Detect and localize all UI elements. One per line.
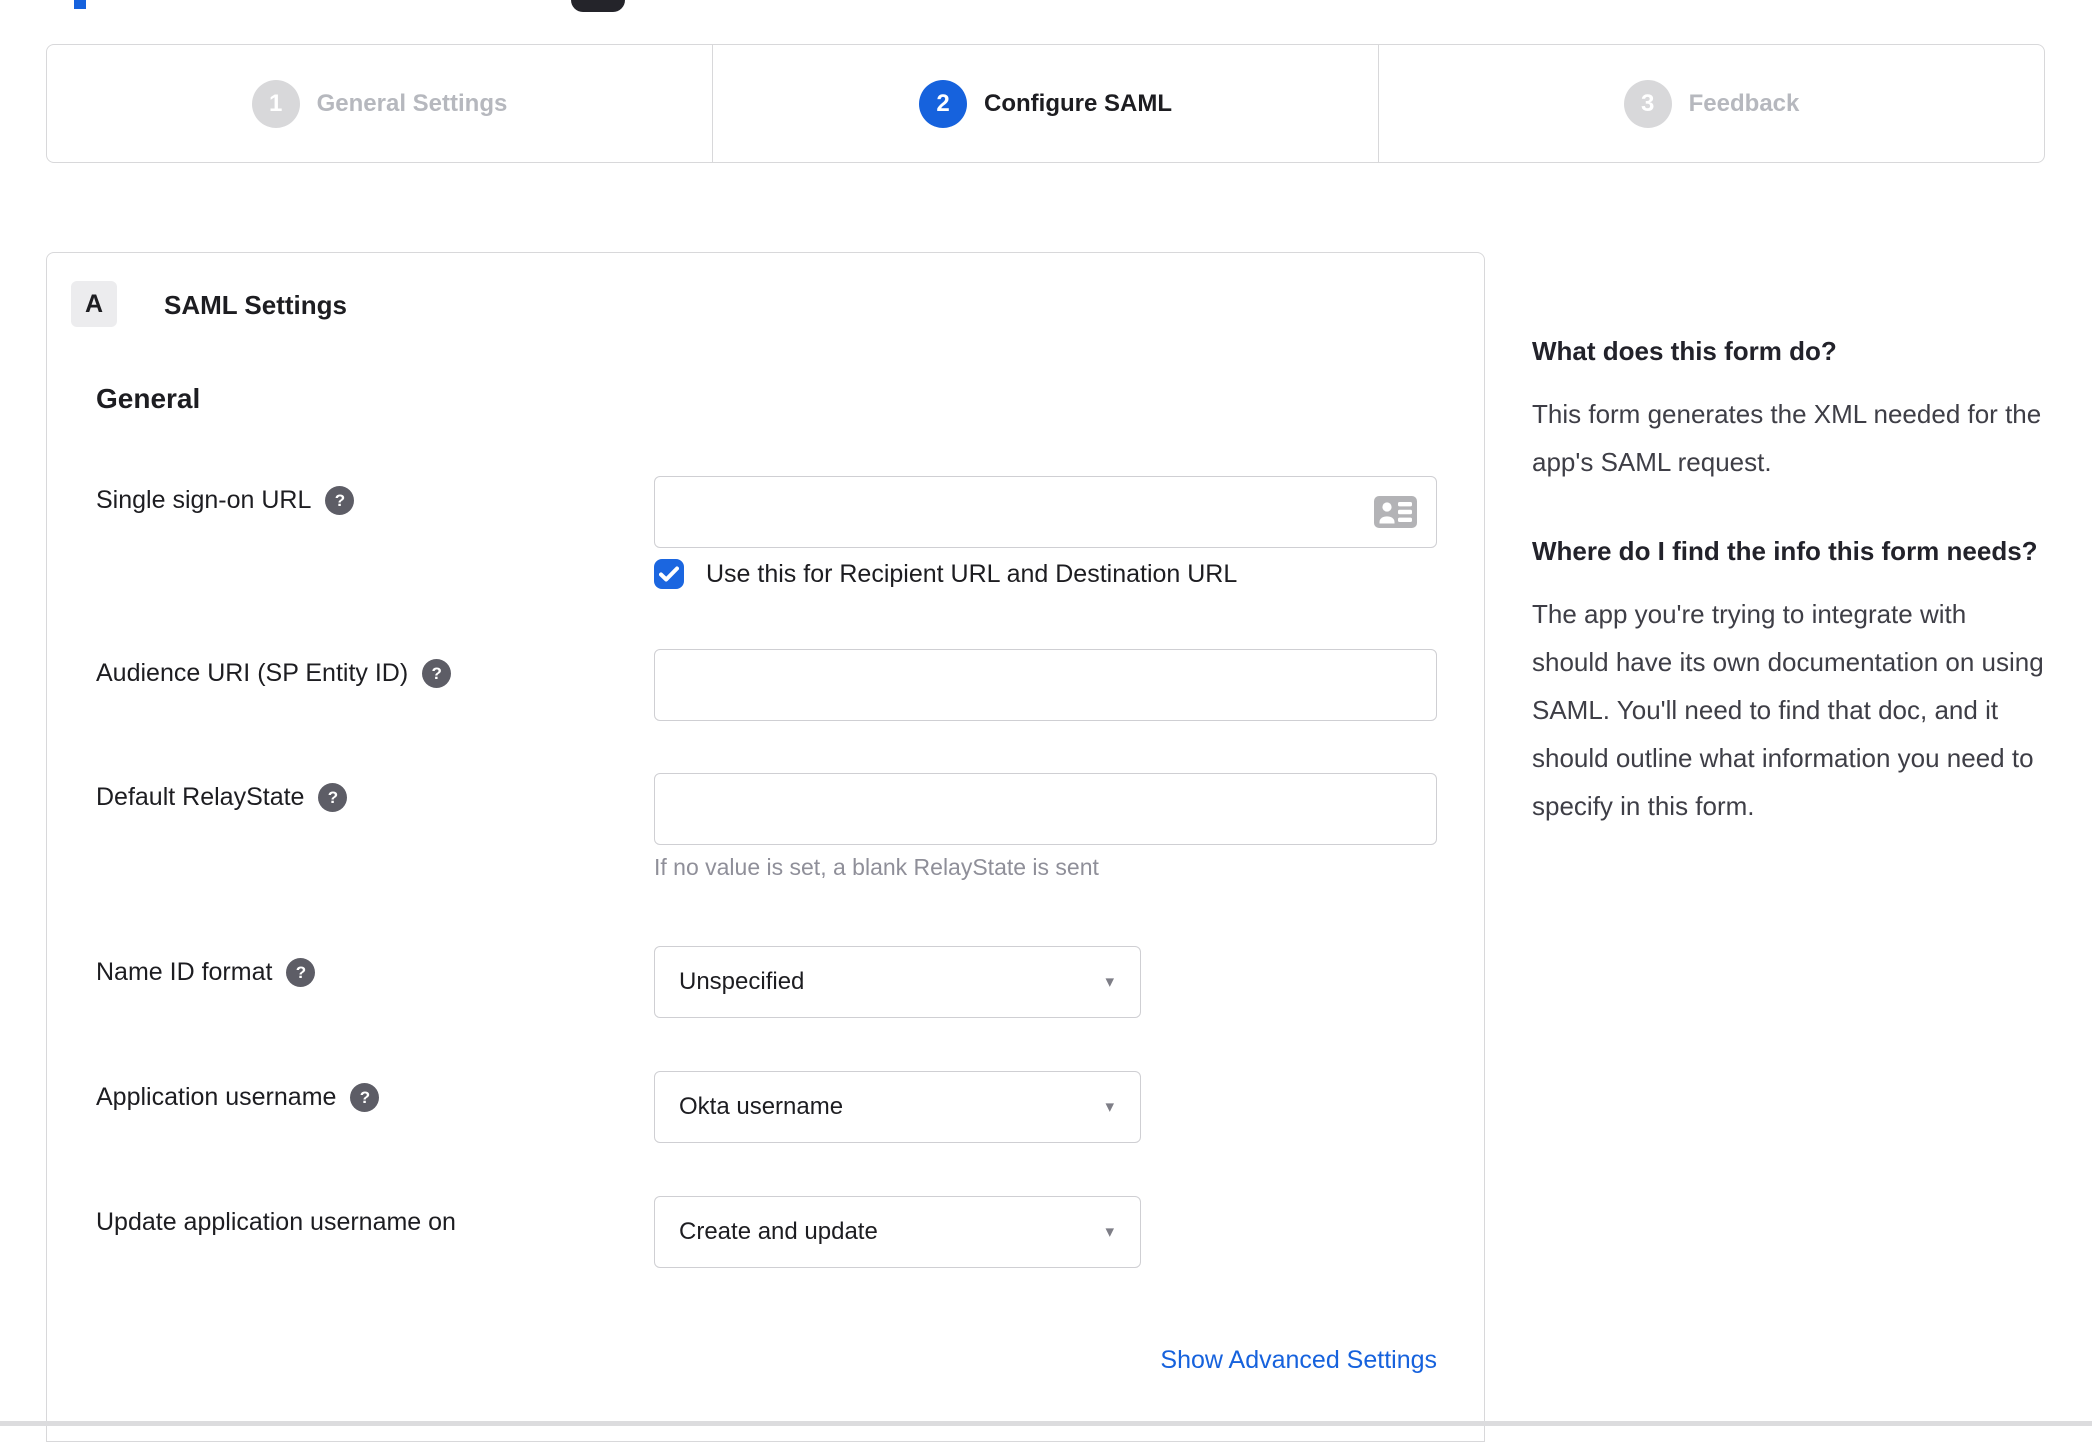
help-glyph: ? <box>359 1087 371 1107</box>
app-username-select[interactable]: Okta username ▾ <box>654 1071 1141 1143</box>
name-id-format-label: Name ID format <box>96 958 273 986</box>
sidebar-heading-what: What does this form do? <box>1532 336 1837 366</box>
saml-settings-panel: A SAML Settings General Single sign-on U… <box>46 252 1485 1442</box>
cropped-title-fragment <box>74 0 86 9</box>
name-id-format-value: Unspecified <box>679 968 805 995</box>
sidebar-paragraph-what: This form generates the XML needed for t… <box>1532 399 2042 477</box>
app-username-label-row: Application username ? <box>96 1083 380 1112</box>
recipient-url-checkbox-row: Use this for Recipient URL and Destinati… <box>654 559 1237 589</box>
name-id-format-label-row: Name ID format ? <box>96 958 316 987</box>
chevron-down-icon: ▾ <box>1105 1097 1114 1116</box>
step-label: Feedback <box>1688 89 1800 117</box>
relay-state-label-row: Default RelayState ? <box>96 783 348 812</box>
audience-uri-label-row: Audience URI (SP Entity ID) ? <box>96 659 452 688</box>
update-username-control: Create and update ▾ <box>654 1196 1141 1268</box>
chevron-down-icon: ▾ <box>1105 1222 1114 1241</box>
step-number-badge: 3 <box>1623 79 1672 128</box>
relay-state-helper-text: If no value is set, a blank RelayState i… <box>654 854 1099 880</box>
app-username-label: Application username <box>96 1083 337 1111</box>
recipient-url-checkbox[interactable] <box>654 559 684 589</box>
help-glyph: ? <box>334 490 346 510</box>
sso-url-control <box>654 476 1437 548</box>
cropped-bottom-divider <box>0 1421 2092 1426</box>
step-feedback[interactable]: 3 Feedback <box>1378 45 2044 162</box>
section-a-badge: A <box>71 281 117 327</box>
section-title: SAML Settings <box>164 290 347 320</box>
help-glyph: ? <box>431 663 442 683</box>
step-general-settings[interactable]: 1 General Settings <box>47 45 712 162</box>
help-glyph: ? <box>295 962 307 982</box>
checkmark-icon <box>659 566 679 582</box>
update-username-label: Update application username on <box>96 1208 456 1236</box>
sso-url-input[interactable] <box>654 476 1437 548</box>
sso-url-label: Single sign-on URL <box>96 486 312 514</box>
step-label: General Settings <box>316 89 508 117</box>
help-icon[interactable]: ? <box>325 486 355 515</box>
step-number-badge: 1 <box>251 79 300 128</box>
recipient-url-checkbox-label: Use this for Recipient URL and Destinati… <box>706 559 1238 588</box>
audience-uri-label: Audience URI (SP Entity ID) <box>96 659 409 687</box>
app-username-control: Okta username ▾ <box>654 1071 1141 1143</box>
help-icon[interactable]: ? <box>422 659 452 688</box>
sidebar-paragraph-where: The app you're trying to integrate with … <box>1532 599 2044 821</box>
wizard-stepper: 1 General Settings 2 Configure SAML 3 Fe… <box>46 44 2045 163</box>
name-id-format-select[interactable]: Unspecified ▾ <box>654 946 1141 1018</box>
audience-uri-control <box>654 649 1437 721</box>
audience-uri-input[interactable] <box>654 649 1437 721</box>
cropped-header-icon-fragment <box>571 0 625 12</box>
step-configure-saml[interactable]: 2 Configure SAML <box>712 45 1378 162</box>
help-icon[interactable]: ? <box>318 783 348 812</box>
app-username-value: Okta username <box>679 1093 844 1120</box>
help-sidebar: What does this form do? This form genera… <box>1532 328 2048 872</box>
chevron-down-icon: ▾ <box>1105 972 1114 991</box>
address-card-icon <box>1374 496 1417 528</box>
step-number-badge: 2 <box>919 79 967 128</box>
help-icon[interactable]: ? <box>286 958 316 987</box>
help-glyph: ? <box>327 787 339 807</box>
general-group-heading: General <box>96 383 201 414</box>
update-username-label-row: Update application username on <box>96 1208 456 1237</box>
update-username-select[interactable]: Create and update ▾ <box>654 1196 1141 1268</box>
help-icon[interactable]: ? <box>350 1083 380 1112</box>
relay-state-label: Default RelayState <box>96 783 305 811</box>
sidebar-heading-where: Where do I find the info this form needs… <box>1532 536 2038 566</box>
relay-state-control <box>654 773 1437 845</box>
show-advanced-settings-link[interactable]: Show Advanced Settings <box>654 1346 1437 1375</box>
relay-state-input[interactable] <box>654 773 1437 845</box>
sso-url-label-row: Single sign-on URL ? <box>96 486 355 515</box>
step-label: Configure SAML <box>984 89 1172 117</box>
update-username-value: Create and update <box>679 1218 878 1245</box>
name-id-format-control: Unspecified ▾ <box>654 946 1141 1018</box>
